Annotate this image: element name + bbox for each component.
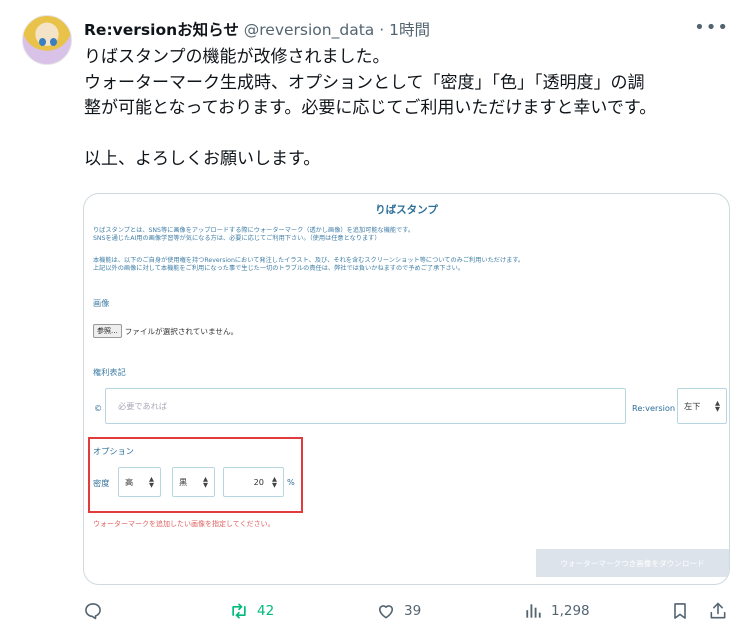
views-button[interactable]: 1,298 (523, 601, 590, 621)
retweet-icon (232, 603, 246, 619)
tweet-text: りばスタンプの機能が改修されました。 ウォーターマーク生成時、オプションとして「… (84, 45, 734, 173)
like-count: 39 (404, 603, 422, 619)
percent-unit: % (287, 477, 295, 487)
retweet-button[interactable]: 42 (229, 601, 274, 621)
image-label: 画像 (93, 298, 110, 308)
options-label: オプション (93, 446, 134, 456)
tweet-line: 整が可能となっております。必要に応じてご利用いただけますと幸いです。 (84, 98, 657, 118)
error-message: ウォーターマークを追加したい画像を指定してください。 (93, 520, 275, 528)
density-select: 高 ▲ ▼ (118, 467, 161, 497)
media-notice: 本機能は、以下のご自身が使用権を持つReversionにおいて発注したイラスト、… (93, 257, 524, 274)
avatar[interactable] (22, 15, 72, 65)
density-label: 密度 (93, 478, 110, 488)
chevron-updown-icon: ▲ ▼ (715, 399, 720, 413)
tweet-actions: 42 39 1,298 (0, 601, 753, 625)
tweet-line: 以上、よろしくお願いします。 (84, 149, 321, 169)
media-title: りばスタンプ (375, 204, 438, 216)
more-icon[interactable]: ••• (694, 19, 729, 37)
rights-input: 必要であれば (105, 388, 626, 424)
rights-label: 権利表記 (93, 367, 126, 377)
opacity-value: 20 (253, 477, 264, 487)
media-description: りばスタンプとは、SNS等に画像をアップロードする際にウォーターマーク（透かし画… (93, 227, 414, 244)
reply-icon (85, 603, 101, 620)
bookmark-icon (674, 603, 686, 619)
retweet-count: 42 (257, 603, 275, 619)
separator-dot: · (379, 21, 385, 39)
avatar-eye (50, 38, 57, 46)
author-handle[interactable]: @reversion_data (244, 21, 375, 39)
media-desc-line: 上記以外の画像に対して本機能をご利用になった事で生じた一切のトラブルの責任は、弊… (93, 265, 465, 273)
author-name[interactable]: Re:versionお知らせ (84, 21, 239, 39)
browse-button: 参照... (93, 324, 122, 338)
copyright-symbol: © (94, 403, 103, 413)
chevron-updown-icon: ▲ ▼ (149, 475, 154, 489)
tweet-line: りばスタンプの機能が改修されました。 (84, 47, 390, 67)
download-button: ウォーターマークつき画像をダウンロード (536, 549, 729, 577)
media-desc-line: SNSを通じたAI用の画像学習等が気になる方は、必要に応じてご利用下さい。（使用… (93, 235, 381, 243)
density-value: 高 (125, 477, 134, 487)
no-file-text: ファイルが選択されていません。 (124, 326, 239, 336)
like-button[interactable]: 39 (376, 601, 421, 621)
tweet-time[interactable]: 1時間 (389, 21, 430, 39)
chevron-updown-icon: ▲ ▼ (203, 475, 208, 489)
position-value: 左下 (684, 401, 701, 411)
share-icon (710, 602, 726, 619)
share-button[interactable] (708, 601, 728, 621)
reply-button[interactable] (83, 601, 103, 621)
color-select: 黒 ▲ ▼ (172, 467, 215, 497)
position-select: 左下 ▲ ▼ (677, 388, 727, 424)
color-value: 黒 (179, 477, 188, 487)
avatar-eye (39, 38, 46, 46)
views-count: 1,298 (551, 603, 590, 619)
tweet-media-image[interactable]: りばスタンプ りばスタンプとは、SNS等に画像をアップロードする際にウォーターマ… (83, 193, 730, 585)
bookmark-button[interactable] (670, 601, 690, 621)
opacity-stepper: 20 ▲ ▼ (223, 467, 284, 497)
views-chart-icon (526, 604, 541, 618)
tweet-line: ウォーターマーク生成時、オプションとして「密度」「色」「透明度」の調 (84, 72, 645, 93)
chevron-updown-icon: ▲ ▼ (272, 475, 277, 489)
heart-icon (378, 605, 394, 619)
rights-suffix: Re:version (632, 403, 676, 413)
tweet-header: Re:versionお知らせ @reversion_data · 1時間 (84, 20, 430, 40)
file-input: 参照... ファイルが選択されていません。 (93, 324, 238, 338)
